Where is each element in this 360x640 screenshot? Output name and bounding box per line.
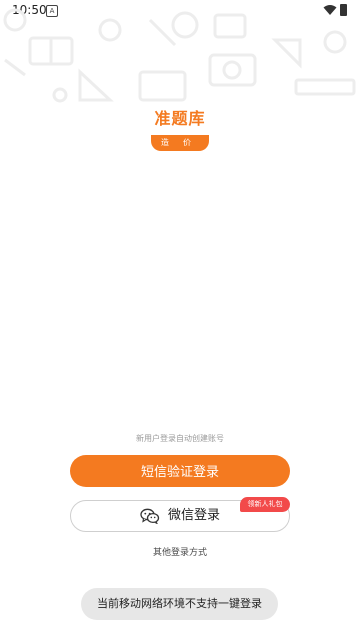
new-user-hint: 新用户登录自动创建账号 (136, 434, 224, 443)
brand-name: 准题库 (154, 109, 206, 128)
brand-badge: 造价 (151, 135, 209, 151)
sms-login-button[interactable]: 短信验证登录 (70, 455, 290, 487)
background-doodles (3, 8, 356, 103)
new-user-gift-badge: 领新人礼包 (240, 497, 290, 512)
other-login-methods-link[interactable]: 其他登录方式 (0, 545, 360, 558)
brand-logo: 准题库 造价 (0, 105, 360, 151)
toast-message: 当前移动网络环境不支持一键登录 (81, 588, 278, 620)
wechat-icon (140, 508, 160, 524)
wechat-login-label: 微信登录 (167, 508, 220, 523)
